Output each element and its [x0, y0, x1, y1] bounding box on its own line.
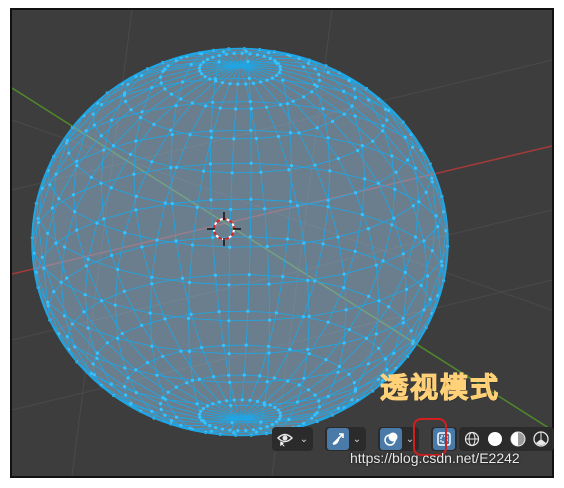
screenshot-frame: 透视模式 ⌄ ⌄ ⌄ https://blog.csdn.net/E2242 — [0, 0, 564, 488]
gizmo-group: ⌄ — [325, 427, 366, 451]
watermark-url: https://blog.csdn.net/E2242 — [350, 450, 520, 466]
wireframe-sphere-icon[interactable] — [461, 428, 483, 450]
material-sphere-icon[interactable] — [507, 428, 529, 450]
overlays-icon[interactable] — [380, 428, 402, 450]
visibility-group: ⌄ — [272, 427, 313, 451]
chevron-down-icon[interactable]: ⌄ — [297, 428, 311, 450]
xray-mode-annotation: 透视模式 — [380, 371, 501, 405]
xray-group — [431, 427, 457, 451]
shading-group — [459, 427, 554, 451]
chevron-down-icon[interactable]: ⌄ — [350, 428, 364, 450]
solid-sphere-icon[interactable] — [484, 428, 506, 450]
chevron-down-icon[interactable]: ⌄ — [403, 428, 417, 450]
rendered-sphere-icon[interactable] — [530, 428, 552, 450]
eye-cursor-icon[interactable] — [274, 428, 296, 450]
overlays-group: ⌄ — [378, 427, 419, 451]
xray-icon[interactable] — [433, 428, 455, 450]
viewport-header-toolbar: ⌄ ⌄ ⌄ — [272, 426, 554, 452]
transform-gizmo-icon[interactable] — [327, 428, 349, 450]
